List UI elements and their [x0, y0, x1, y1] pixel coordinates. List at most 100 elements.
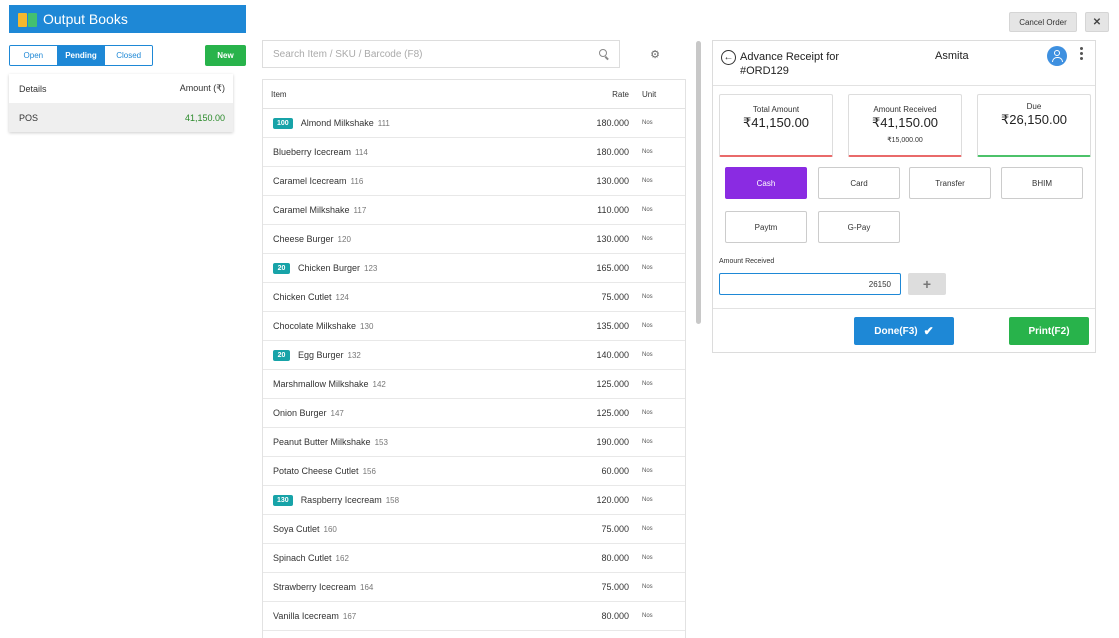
table-row[interactable]: Onion Burger 147 125.000 Nos [263, 399, 685, 428]
item-code: 156 [362, 466, 376, 476]
amount-header: Amount (₹) [179, 83, 225, 93]
scrollbar[interactable] [696, 41, 701, 324]
table-row[interactable]: Chicken Cutlet 124 75.000 Nos [263, 283, 685, 312]
table-row[interactable]: Spinach Cutlet 162 80.000 Nos [263, 544, 685, 573]
amount-received-input-label: Amount Received [719, 258, 775, 265]
item-name-cell: 20 Chicken Burger 123 [273, 262, 559, 274]
print-button[interactable]: Print(F2) [1009, 317, 1089, 345]
item-code: 123 [364, 263, 378, 273]
item-rate: 60.000 [601, 466, 629, 476]
table-row[interactable]: 20 Chicken Burger 123 165.000 Nos [263, 254, 685, 283]
item-rate: 120.000 [596, 495, 629, 505]
orders-table-row[interactable]: POS 41,150.00 [9, 103, 233, 132]
done-label: Done(F3) [874, 325, 918, 337]
item-unit: Nos [642, 120, 653, 126]
item-unit: Nos [642, 439, 653, 445]
receipt-panel: ← Advance Receipt for #ORD129 Asmita Tot… [712, 40, 1096, 353]
back-arrow-icon[interactable]: ← [721, 50, 736, 65]
item-name: Vanilla Icecream [273, 611, 339, 621]
item-name-cell: Chicken Cutlet 124 [273, 292, 559, 302]
item-unit: Nos [642, 555, 653, 561]
item-rate: 125.000 [596, 408, 629, 418]
item-column-header: Item [271, 89, 287, 99]
books-icon [18, 11, 38, 28]
payment-gpay-button[interactable]: G-Pay [818, 211, 900, 243]
item-name: Strawberry Icecream [273, 582, 357, 592]
item-unit: Nos [642, 381, 653, 387]
quantity-badge: 20 [273, 262, 290, 274]
item-rate: 75.000 [601, 292, 629, 302]
item-name: Raspberry Icecream [300, 495, 382, 505]
payment-card-button[interactable]: Card [818, 167, 900, 199]
payment-bhim-button[interactable]: BHIM [1001, 167, 1083, 199]
amount-received-label: Amount Received [873, 105, 937, 114]
gear-icon[interactable]: ⚙ [650, 50, 660, 61]
orders-table: Details Amount (₹) POS 41,150.00 [9, 74, 233, 132]
table-row[interactable]: 130 Raspberry Icecream 158 120.000 Nos [263, 486, 685, 515]
table-row[interactable]: 20 Egg Burger 132 140.000 Nos [263, 341, 685, 370]
table-row[interactable]: Caramel Milkshake 117 110.000 Nos [263, 196, 685, 225]
user-icon[interactable] [1047, 46, 1067, 66]
table-row[interactable]: 100 Almond Milkshake 111 180.000 Nos [263, 109, 685, 138]
item-name-cell: Marshmallow Milkshake 142 [273, 379, 559, 389]
item-name: Soya Cutlet [273, 524, 320, 534]
close-icon[interactable]: ✕ [1085, 12, 1109, 32]
tab-closed[interactable]: Closed [105, 46, 152, 65]
due-label: Due [1026, 102, 1042, 111]
divider [713, 85, 1095, 86]
new-button[interactable]: New [205, 45, 246, 66]
item-name: Egg Burger [298, 350, 344, 360]
item-rate: 125.000 [596, 379, 629, 389]
item-code: 158 [385, 495, 400, 505]
item-rate: 130.000 [596, 176, 629, 186]
items-table-header: Item Rate Unit [263, 80, 685, 109]
item-code: 147 [330, 408, 344, 418]
item-code: 117 [353, 205, 367, 215]
table-row[interactable]: Peanut Butter Milkshake 153 190.000 Nos [263, 428, 685, 457]
item-rate: 110.000 [597, 205, 629, 215]
tab-pending[interactable]: Pending [57, 46, 106, 65]
search-icon[interactable] [599, 49, 609, 59]
item-name-cell: Blueberry Icecream 114 [273, 147, 559, 157]
status-tabs: Open Pending Closed [9, 45, 153, 66]
amount-received-value: ₹41,150.00 [871, 115, 939, 130]
order-amount: 41,150.00 [184, 112, 225, 123]
item-code: 162 [335, 553, 349, 563]
table-row[interactable]: Vanilla Icecream 167 80.000 Nos [263, 602, 685, 631]
total-amount-label: Total Amount [752, 105, 800, 114]
item-name-cell: Caramel Icecream 116 [273, 176, 559, 186]
tab-open[interactable]: Open [10, 46, 58, 65]
table-row[interactable]: Blueberry Icecream 114 180.000 Nos [263, 138, 685, 167]
add-payment-button[interactable]: + [908, 273, 946, 295]
table-row[interactable]: Strawberry Icecream 164 75.000 Nos [263, 573, 685, 602]
item-name-cell: Strawberry Icecream 164 [273, 582, 559, 592]
payment-cash-button[interactable]: Cash [725, 167, 807, 199]
item-name: Peanut Butter Milkshake [273, 437, 371, 447]
amount-received-field[interactable] [719, 273, 901, 295]
payment-transfer-button[interactable]: Transfer [909, 167, 991, 199]
table-row[interactable]: Marshmallow Milkshake 142 125.000 Nos [263, 370, 685, 399]
unit-column-header: Unit [642, 89, 657, 99]
cancel-order-button[interactable]: Cancel Order [1009, 12, 1077, 32]
item-name-cell: Spinach Cutlet 162 [273, 553, 559, 563]
item-name-cell: Cheese Burger 120 [273, 234, 559, 244]
table-row[interactable]: Cheese Burger 120 130.000 Nos [263, 225, 685, 254]
item-code: 167 [342, 611, 357, 621]
app-title: Output Books [43, 11, 128, 27]
orders-table-header: Details Amount (₹) [9, 74, 233, 103]
table-row[interactable]: Chocolate Milkshake 130 135.000 Nos [263, 312, 685, 341]
done-button[interactable]: Done(F3) ✔ [854, 317, 954, 345]
item-unit: Nos [642, 149, 653, 155]
item-unit: Nos [642, 236, 653, 242]
kebab-menu-icon[interactable] [1080, 47, 1084, 62]
search-input[interactable] [273, 48, 599, 60]
payment-paytm-button[interactable]: Paytm [725, 211, 807, 243]
table-row[interactable]: Soya Cutlet 160 75.000 Nos [263, 515, 685, 544]
item-rate: 130.000 [596, 234, 629, 244]
table-row[interactable]: Caramel Icecream 116 130.000 Nos [263, 167, 685, 196]
item-name: Marshmallow Milkshake [273, 379, 369, 389]
item-name: Cheese Burger [273, 234, 334, 244]
item-code: 142 [372, 379, 386, 389]
item-name: Blueberry Icecream [273, 147, 352, 157]
table-row[interactable]: Potato Cheese Cutlet 156 60.000 Nos [263, 457, 685, 486]
